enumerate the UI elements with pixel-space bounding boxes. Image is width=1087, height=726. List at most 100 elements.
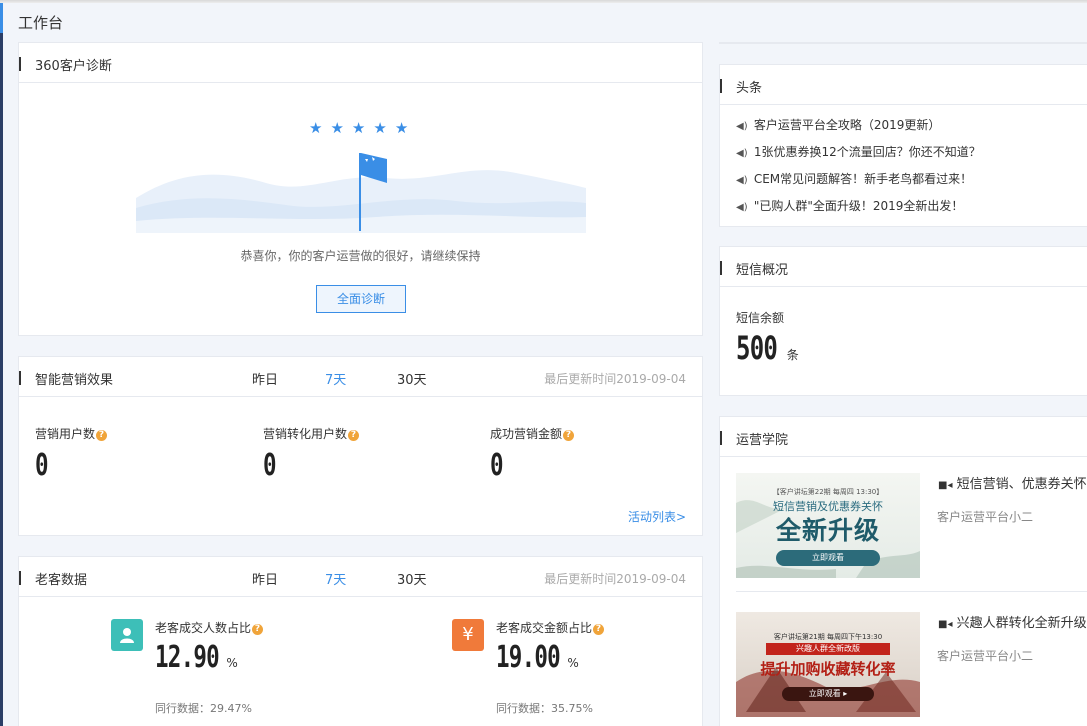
diagnosis-panel: 360客户诊断 ★ ★ ★ ★ ★ 恭喜你，你的客户运营做的很好，请继续保持 全面诊断 (18, 42, 703, 336)
headline-text: 客户运营平台全攻略（2019更新） (753, 118, 941, 132)
marketing-title: 智能营销效果 (35, 373, 114, 388)
kpi-label: 老客成交金额占比 (496, 621, 593, 635)
kpi-value: 19.00 (496, 640, 561, 675)
headline-text: "已购人群"全面升级！2019全新出发！ (753, 199, 964, 213)
help-icon[interactable]: ? (252, 624, 264, 635)
metric-value: 0 (263, 448, 277, 483)
help-icon[interactable]: ? (96, 430, 108, 441)
course-title[interactable]: ■◂ 兴趣人群转化全新升级 (938, 612, 1087, 631)
academy-header: 运营学院 (720, 417, 1087, 457)
header-bar (720, 79, 722, 93)
video-icon: ■◂ (938, 480, 953, 491)
metric-label: 成功营销金额 (490, 427, 563, 441)
header-bar (19, 371, 21, 385)
diagnosis-message: 恭喜你，你的客户运营做的很好，请继续保持 (240, 249, 481, 263)
headline-text: 1张优惠券换12个流量回店？你还不知道？ (753, 145, 981, 159)
top-border (0, 0, 1087, 3)
range-30days-tab[interactable]: 30天 (397, 569, 427, 588)
headline-item[interactable]: ◀) CEM常见问题解答！新手老鸟都看过来！ (736, 170, 972, 187)
help-icon[interactable]: ? (563, 430, 575, 441)
metric-value: 0 (490, 448, 504, 483)
course-title-text: 兴趣人群转化全新升级 (956, 616, 1087, 631)
course-title[interactable]: ■◂ 短信营销、优惠券关怀 (938, 473, 1087, 492)
mountain-flag-illustration (136, 153, 586, 233)
range-30days-tab[interactable]: 30天 (397, 369, 427, 388)
peer-data: 同行数据：35.75% (496, 702, 593, 715)
marketing-header: 智能营销效果 昨日 7天 30天 最后更新时间2019-09-04 (19, 357, 702, 397)
speaker-icon: ◀) (736, 121, 748, 132)
returning-header: 老客数据 昨日 7天 30天 最后更新时间2019-09-04 (19, 557, 702, 597)
course-author: 客户运营平台小二 (937, 649, 1034, 663)
help-icon[interactable]: ? (348, 430, 360, 441)
speaker-icon: ◀) (736, 202, 748, 213)
sms-title: 短信概况 (736, 263, 789, 278)
speaker-icon: ◀) (736, 175, 748, 186)
returning-buyers-ratio: 老客成交人数占比? 12.90% (155, 619, 264, 675)
page-title: 工作台 (18, 14, 64, 32)
star-icon: ★ (351, 119, 366, 137)
range-7days-tab[interactable]: 7天 (325, 569, 346, 588)
kpi-unit: % (567, 656, 579, 670)
sms-balance-label: 短信余额 (736, 311, 785, 325)
thumb-top-text: 客户讲坛第21期 每周四下午13:30 (773, 633, 883, 641)
kpi-label: 老客成交人数占比 (155, 621, 252, 635)
course-author: 客户运营平台小二 (937, 510, 1034, 524)
course-title-text: 短信营销、优惠券关怀 (956, 477, 1087, 492)
sms-balance: 500 条 (736, 329, 799, 367)
sms-header: 短信概况 (720, 247, 1087, 287)
sms-balance-value: 500 (736, 329, 778, 367)
headline-item[interactable]: ◀) 客户运营平台全攻略（2019更新） (736, 116, 940, 133)
range-7days-tab[interactable]: 7天 (325, 369, 346, 388)
rating-stars: ★ ★ ★ ★ ★ (309, 119, 416, 137)
thumb-watch-button: 立即观看 ▸ (782, 687, 874, 701)
sms-panel: 短信概况 短信余额 500 条 (719, 246, 1087, 396)
star-icon: ★ (330, 119, 344, 137)
last-updated: 最后更新时间2019-09-04 (544, 572, 686, 586)
marketing-panel: 智能营销效果 昨日 7天 30天 最后更新时间2019-09-04 营销用户数?… (18, 356, 703, 536)
kpi-value: 12.90 (155, 640, 220, 675)
help-icon[interactable]: ? (593, 624, 605, 635)
star-icon: ★ (373, 119, 387, 137)
metric-label: 营销转化用户数 (263, 427, 348, 441)
left-nav-active-marker (0, 3, 3, 33)
thumb-sub-text: 兴趣人群全新改版 (766, 643, 890, 655)
star-icon: ★ (394, 119, 409, 137)
range-yesterday-tab[interactable]: 昨日 (252, 369, 278, 388)
header-bar (19, 571, 21, 585)
metric-value: 0 (35, 448, 49, 483)
activity-list-link[interactable]: 活动列表> (628, 508, 686, 525)
thumb-main-text: 全新升级 (775, 516, 880, 545)
course-divider (736, 591, 1087, 592)
full-diagnosis-button[interactable]: 全面诊断 (316, 285, 406, 313)
yen-icon: ¥ (452, 619, 484, 651)
user-icon (111, 619, 143, 651)
diagnosis-title: 360客户诊断 (35, 59, 112, 74)
right-top-strip (719, 42, 1087, 44)
range-yesterday-tab[interactable]: 昨日 (252, 569, 278, 588)
headline-item[interactable]: ◀) "已购人群"全面升级！2019全新出发！ (736, 197, 963, 214)
headlines-title: 头条 (736, 81, 763, 96)
course-thumbnail[interactable]: 【客户讲坛第22期 每周四 13:30】 短信营销及优惠券关怀 全新升级 立即观… (736, 473, 920, 578)
converted-users-metric: 营销转化用户数? 0 (263, 425, 360, 483)
marketing-users-metric: 营销用户数? 0 (35, 425, 108, 483)
speaker-icon: ◀) (736, 148, 748, 159)
thumb-watch-button: 立即观看 (776, 550, 880, 566)
video-icon: ■◂ (938, 619, 953, 630)
headlines-header: 头条 (720, 65, 1087, 105)
star-icon: ★ (309, 119, 323, 137)
academy-title: 运营学院 (736, 433, 789, 448)
kpi-unit: % (226, 656, 238, 670)
headlines-panel: 头条 ◀) 客户运营平台全攻略（2019更新） ◀) 1张优惠券换12个流量回店… (719, 64, 1087, 227)
last-updated: 最后更新时间2019-09-04 (544, 372, 686, 386)
metric-label: 营销用户数 (35, 427, 96, 441)
returning-amount-ratio: 老客成交金额占比? 19.00% (496, 619, 605, 675)
sms-unit: 条 (786, 348, 799, 362)
header-bar (720, 431, 722, 445)
diagnosis-header: 360客户诊断 (19, 43, 702, 83)
headline-item[interactable]: ◀) 1张优惠券换12个流量回店？你还不知道？ (736, 143, 981, 160)
left-nav-edge[interactable] (0, 3, 3, 726)
course-thumbnail[interactable]: 客户讲坛第21期 每周四下午13:30 兴趣人群全新改版 提升加购收藏转化率 立… (736, 612, 920, 717)
returning-customers-panel: 老客数据 昨日 7天 30天 最后更新时间2019-09-04 老客成交人数占比… (18, 556, 703, 726)
peer-data: 同行数据：29.47% (155, 702, 252, 715)
thumb-top-text: 【客户讲坛第22期 每周四 13:30】 (772, 488, 884, 496)
